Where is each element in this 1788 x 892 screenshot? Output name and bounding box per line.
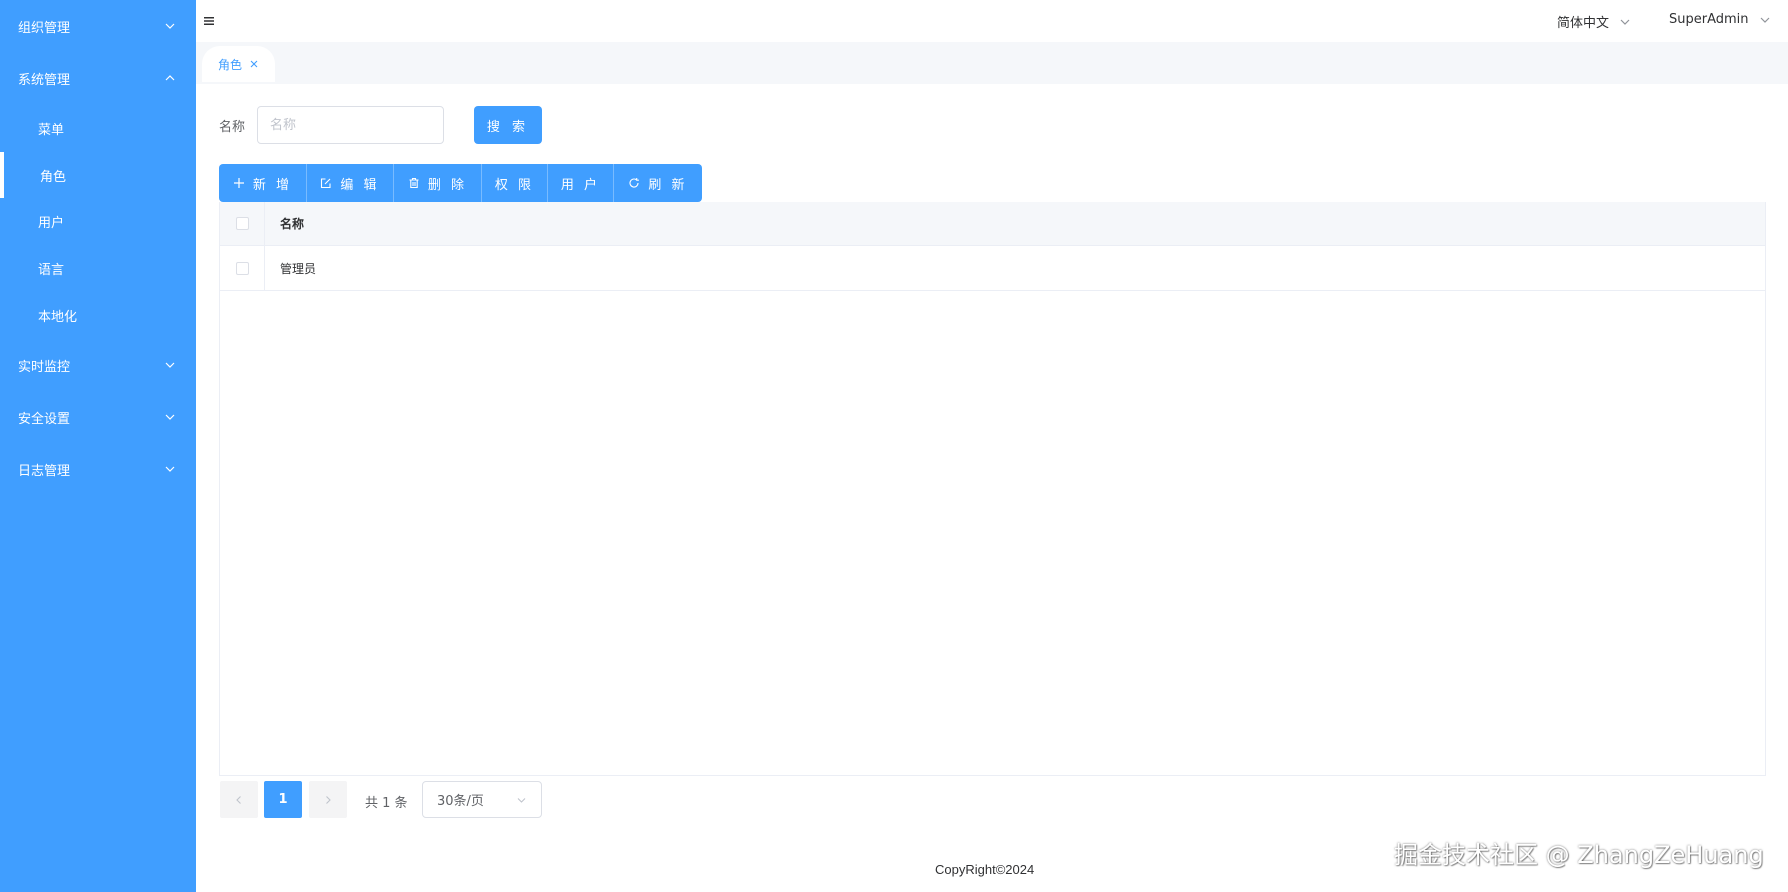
users-button[interactable]: 用 户 [548,164,614,202]
sidebar-item-label: 系统管理 [18,72,71,88]
sidebar-item-label: 安全设置 [18,411,71,427]
sidebar-item-label: 用户 [38,215,65,231]
select-all-cell [220,202,265,245]
search-button[interactable]: 搜 索 [474,106,542,144]
tab-role[interactable]: 角色 [202,46,275,82]
chevron-down-icon [164,463,176,475]
search-input[interactable] [257,106,444,144]
total-count: 共 1 条 [365,796,408,811]
sidebar-item-localization[interactable]: 本地化 [0,292,196,338]
sidebar-item-label: 日志管理 [18,463,71,479]
menu-toggle-icon[interactable] [203,15,215,27]
add-button[interactable]: 新 增 [219,164,307,202]
sidebar-item-security[interactable]: 安全设置 [0,391,196,443]
page-number-current[interactable]: 1 [264,781,302,818]
prev-page-button[interactable] [220,781,258,818]
users-button-label: 用 户 [560,177,601,193]
chevron-up-icon [164,72,176,84]
chevron-left-icon [236,795,241,804]
role-table: 名称 管理员 [219,202,1766,776]
plus-icon [233,178,244,188]
language-label: 简体中文 [1557,16,1610,31]
next-page-button[interactable] [309,781,347,818]
sidebar: 组织管理 系统管理 菜单 角色 用户 语言 本地化 实时监控 安全设置 日志管理 [0,0,196,892]
user-name: SuperAdmin [1669,12,1749,27]
close-icon[interactable] [249,59,259,69]
sidebar-item-logs[interactable]: 日志管理 [0,443,196,495]
select-all-checkbox[interactable] [235,217,249,230]
chevron-down-icon [164,359,176,371]
sidebar-item-user[interactable]: 用户 [0,198,196,244]
trash-icon [409,177,419,189]
chevron-down-icon [1620,19,1630,25]
column-header-name[interactable]: 名称 [280,202,304,245]
sidebar-item-monitor[interactable]: 实时监控 [0,339,196,391]
chevron-down-icon [1760,17,1769,23]
role-name-cell: 管理员 [280,261,317,276]
sidebar-item-label: 组织管理 [18,20,71,36]
delete-button-label: 删 除 [427,177,468,193]
edit-button[interactable]: 编 辑 [307,164,394,202]
sidebar-item-label: 实时监控 [18,359,71,375]
sidebar-item-role[interactable]: 角色 [0,152,196,198]
sidebar-item-label: 菜单 [38,122,65,138]
edit-button-label: 编 辑 [340,177,380,193]
sidebar-item-label: 语言 [38,262,65,278]
top-header: 简体中文 SuperAdmin [196,0,1788,42]
row-checkbox[interactable] [235,261,249,275]
table-row[interactable]: 管理员 [220,246,1765,291]
search-label: 名称 [219,120,246,135]
tab-strip: 角色 [196,42,1788,84]
add-button-label: 新 增 [252,177,293,193]
permission-button-label: 权 限 [494,177,535,193]
refresh-button-label: 刷 新 [648,177,688,193]
sidebar-item-organization[interactable]: 组织管理 [0,0,196,52]
chevron-right-icon [326,795,331,804]
sidebar-item-language[interactable]: 语言 [0,245,196,291]
sidebar-item-system[interactable]: 系统管理 [0,52,196,104]
sidebar-item-menu[interactable]: 菜单 [0,105,196,151]
page-size-select[interactable]: 30条/页 [422,781,542,818]
refresh-button[interactable]: 刷 新 [614,164,702,202]
action-toolbar: 新 增 编 辑 删 除 权 限 用 户 刷 新 [219,164,702,202]
chevron-down-icon [164,20,176,32]
chevron-down-icon [164,411,176,423]
page-size-value: 30条/页 [437,794,484,809]
copyright: CopyRight©2024 [935,862,1035,877]
language-dropdown[interactable]: 简体中文 [1557,12,1631,31]
refresh-icon [629,178,640,188]
permission-button[interactable]: 权 限 [482,164,548,202]
row-select-cell [220,246,265,290]
watermark: 掘金技术社区 @ ZhangZeHuang [1394,841,1764,869]
table-header-row: 名称 [220,202,1765,246]
edit-icon [321,178,331,189]
sidebar-item-label: 角色 [40,169,67,185]
sidebar-item-label: 本地化 [38,309,78,325]
chevron-down-icon [517,798,526,803]
delete-button[interactable]: 删 除 [394,164,482,202]
tab-label: 角色 [218,57,243,72]
user-dropdown[interactable]: SuperAdmin [1669,12,1771,27]
